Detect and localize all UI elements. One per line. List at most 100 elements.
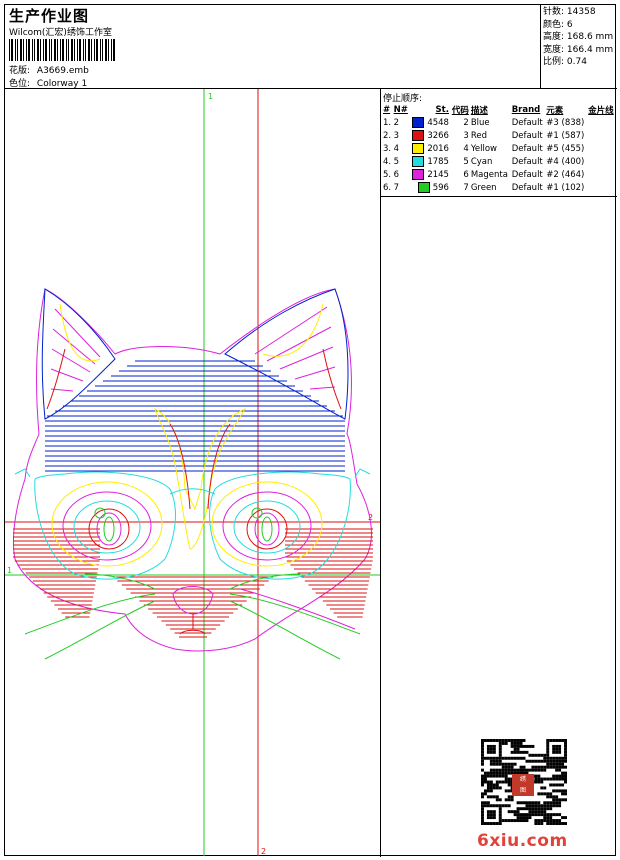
stat-height: 高度: 168.6 mm bbox=[543, 32, 614, 42]
row-element: #3 (838) bbox=[546, 117, 585, 128]
table-row: 3. 4 2016 4 Yellow Default #5 (455) bbox=[382, 142, 616, 155]
glasses-arm-right bbox=[354, 468, 371, 478]
sequence-title: 停止顺序: bbox=[383, 94, 423, 104]
design-label: 花版: bbox=[9, 66, 31, 76]
row-sequin bbox=[587, 155, 616, 168]
production-sheet: 生产作业图 Wilcom(汇宏)绣饰工作室 花版: A3669.emb 色位: … bbox=[4, 4, 617, 857]
stat-scale: 比例: 0.74 bbox=[543, 57, 587, 67]
barcode-icon bbox=[9, 39, 115, 61]
row-needle: 3 bbox=[393, 130, 399, 141]
color-swatch bbox=[412, 156, 425, 167]
row-stitches: 1785 bbox=[410, 155, 450, 168]
sequence-table-wrap: 停止顺序: # N# St. 代码 描述 Brand 元素 金片线 1. 2 454… bbox=[381, 91, 617, 197]
col-n: N# bbox=[393, 105, 408, 115]
row-desc: Cyan bbox=[470, 156, 493, 167]
header-panel: 生产作业图 Wilcom(汇宏)绣饰工作室 花版: A3669.emb 色位: … bbox=[5, 5, 541, 89]
row-desc: Red bbox=[470, 130, 487, 141]
ear-stripes-right bbox=[254, 306, 336, 390]
ear-stripes-left bbox=[50, 308, 101, 392]
row-stitches: 4548 bbox=[410, 116, 450, 129]
row-element: #5 (455) bbox=[546, 143, 585, 154]
right-eye bbox=[211, 481, 323, 567]
row-needle: 5 bbox=[393, 156, 399, 167]
row-needle: 2 bbox=[393, 117, 399, 128]
nose-ridge bbox=[154, 407, 247, 550]
stat-colors: 颜色: 6 bbox=[543, 19, 573, 30]
row-element: #1 (587) bbox=[546, 130, 585, 141]
glasses-arm-left bbox=[14, 468, 31, 478]
row-desc: Green bbox=[470, 182, 497, 193]
page-title: 生产作业图 bbox=[9, 7, 90, 25]
col-code: 代码 bbox=[451, 106, 469, 116]
embroidery-preview: 1 1 2 2 bbox=[5, 89, 380, 856]
design-line: 花版: A3669.emb bbox=[9, 63, 89, 76]
row-sequin bbox=[587, 116, 616, 129]
seal-stamp: 绣图 bbox=[512, 774, 534, 796]
ear-red bbox=[46, 348, 342, 410]
design-value: A3669.emb bbox=[36, 66, 89, 76]
row-code: 2 bbox=[463, 117, 469, 128]
table-row: 4. 5 1785 5 Cyan Default #4 (400) bbox=[382, 155, 616, 168]
row-desc: Magenta bbox=[470, 169, 508, 180]
glasses-right bbox=[209, 471, 351, 580]
left-eye bbox=[51, 481, 163, 567]
glasses-bridge bbox=[169, 488, 216, 495]
row-desc: Yellow bbox=[470, 143, 497, 154]
table-row: 6. 7 596 7 Green Default #1 (102) bbox=[382, 181, 616, 194]
cat-design bbox=[13, 288, 373, 660]
color-swatch bbox=[412, 143, 425, 154]
colorway-value: Colorway 1 bbox=[36, 79, 88, 89]
nose bbox=[172, 586, 214, 615]
row-num: 1. bbox=[383, 117, 392, 128]
row-brand: Default bbox=[511, 117, 543, 128]
row-needle: 7 bbox=[393, 182, 399, 193]
company-name: Wilcom(汇宏)绣饰工作室 bbox=[9, 28, 112, 38]
sequence-panel: 停止顺序: # N# St. 代码 描述 Brand 元素 金片线 1. 2 454… bbox=[381, 89, 617, 857]
marker-1-left: 1 bbox=[7, 566, 12, 575]
row-num: 5. bbox=[383, 169, 392, 180]
row-brand: Default bbox=[511, 156, 543, 167]
row-brand: Default bbox=[511, 169, 543, 180]
color-swatch bbox=[412, 130, 425, 141]
row-sequin bbox=[587, 181, 616, 194]
row-element: #1 (102) bbox=[546, 182, 585, 193]
row-code: 4 bbox=[463, 143, 469, 154]
color-swatch bbox=[417, 182, 430, 193]
stop-sequence-table: # N# St. 代码 描述 Brand 元素 金片线 1. 2 4548 2 Blue… bbox=[382, 104, 616, 194]
color-swatch bbox=[412, 169, 425, 180]
col-num: # bbox=[383, 105, 391, 115]
row-stitches: 596 bbox=[410, 181, 450, 194]
row-desc: Blue bbox=[470, 117, 490, 128]
col-sequin: 金片线 bbox=[588, 106, 614, 116]
glasses-left bbox=[34, 471, 176, 580]
stat-width: 宽度: 166.4 mm bbox=[543, 44, 614, 55]
table-row: 2. 3 3266 3 Red Default #1 (587) bbox=[382, 129, 616, 142]
marker-1-top: 1 bbox=[208, 92, 213, 101]
site-logo: 6xiu.com bbox=[477, 831, 568, 851]
stat-stitches: 针数: 14358 bbox=[543, 7, 596, 17]
colorway-label: 色位: bbox=[9, 79, 31, 89]
row-code: 3 bbox=[463, 130, 469, 141]
table-row: 5. 6 2145 6 Magenta Default #2 (464) bbox=[382, 168, 616, 181]
row-num: 3. bbox=[383, 143, 392, 154]
row-stitches: 3266 bbox=[410, 129, 450, 142]
row-needle: 6 bbox=[393, 169, 399, 180]
table-header-row: # N# St. 代码 描述 Brand 元素 金片线 bbox=[382, 104, 616, 116]
row-num: 6. bbox=[383, 182, 392, 193]
table-row: 1. 2 4548 2 Blue Default #3 (838) bbox=[382, 116, 616, 129]
row-sequin bbox=[587, 168, 616, 181]
row-stitches: 2016 bbox=[410, 142, 450, 155]
row-brand: Default bbox=[511, 130, 543, 141]
row-brand: Default bbox=[511, 182, 543, 193]
col-desc: 描述 bbox=[470, 106, 488, 116]
stats-panel: 针数: 14358 颜色: 6 高度: 168.6 mm 宽度: 166.4 m… bbox=[541, 5, 617, 89]
row-needle: 4 bbox=[393, 143, 399, 154]
col-brand: Brand bbox=[511, 105, 541, 115]
col-element: 元素 bbox=[546, 106, 564, 116]
row-brand: Default bbox=[511, 143, 543, 154]
colorway-line: 色位: Colorway 1 bbox=[9, 76, 87, 89]
marker-2-bottom: 2 bbox=[261, 847, 266, 856]
row-sequin bbox=[587, 129, 616, 142]
color-swatch bbox=[412, 117, 425, 128]
row-num: 4. bbox=[383, 156, 392, 167]
